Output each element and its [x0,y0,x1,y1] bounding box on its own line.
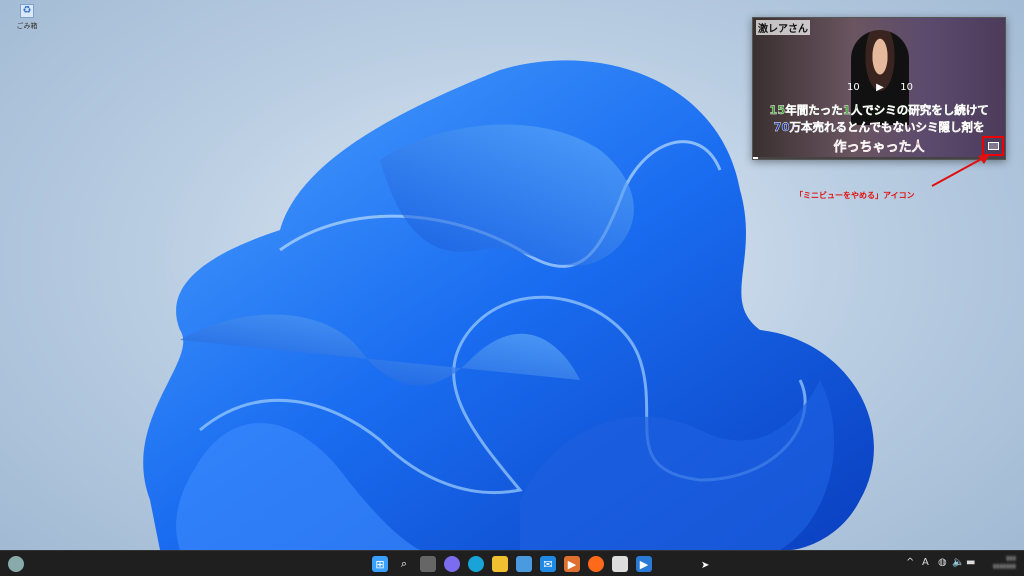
annotation-label: 「ミニビューをやめる」アイコン [795,191,915,200]
exit-mini-view-button[interactable] [982,136,1004,156]
rewind-10-button[interactable]: 10 [847,82,860,93]
progress-bar[interactable] [753,157,1005,159]
firefox-icon[interactable] [588,556,604,572]
battery-icon[interactable]: ▬ [966,557,975,568]
mouse-cursor: ➤ [701,560,710,571]
caption-line-2a: 70万本売れる [773,120,848,134]
edge-icon[interactable] [468,556,484,572]
caption-line-3: 作っちゃった人 [833,140,925,155]
mini-view-player[interactable]: 激レアさん 10 ▶ 10 15年間たった1人でシミの研究をし続けて 70万本売… [752,17,1006,160]
notepad-icon[interactable] [612,556,628,572]
movies-icon[interactable]: ▶ [636,556,652,572]
playback-controls: 10 ▶ 10 [847,82,913,93]
folder-icon[interactable] [492,556,508,572]
desktop-icon-recycle-bin[interactable]: ♻ ごみ箱 [12,4,42,31]
exit-mini-view-icon [987,142,999,150]
store-icon[interactable] [516,556,532,572]
desktop-icon-label: ごみ箱 [16,22,38,30]
volume-icon[interactable]: 🔈 [952,557,964,568]
network-icon[interactable]: ◍ [938,557,947,568]
media-player-icon[interactable]: ▶ [564,556,580,572]
windows-icon[interactable]: ⊞ [372,556,388,572]
caption-line-1: 15年間たった1人でシミの研究をし続けて [769,103,989,117]
caption-line-2: 70万本売れるとんでもないシミ隠し剤を [753,119,1005,135]
tray-chevron-icon[interactable]: ^ [906,557,914,568]
play-button[interactable]: ▶ [876,82,884,93]
recycle-bin-icon: ♻ [20,4,34,18]
forward-10-button[interactable]: 10 [900,82,913,93]
mail-icon[interactable]: ✉ [540,556,556,572]
progress-fill [753,157,759,159]
show-logo: 激レアさん [756,20,810,35]
task-view-icon[interactable] [420,556,436,572]
search-icon[interactable]: ⌕ [396,556,412,572]
caption-line-2b: とんでもないシミ隠し剤を [847,120,985,134]
taskbar: ⊞ ⌕ ✉ ▶ ▶ ^ A ◍ 🔈 ▬ ▮▮▮ ▮▮▮▮▮▮▮ [0,550,1024,576]
chat-icon[interactable] [444,556,460,572]
weather-widget-icon[interactable] [8,556,24,572]
ime-indicator[interactable]: A [922,557,929,568]
clock[interactable]: ▮▮▮ ▮▮▮▮▮▮▮ [993,555,1016,571]
